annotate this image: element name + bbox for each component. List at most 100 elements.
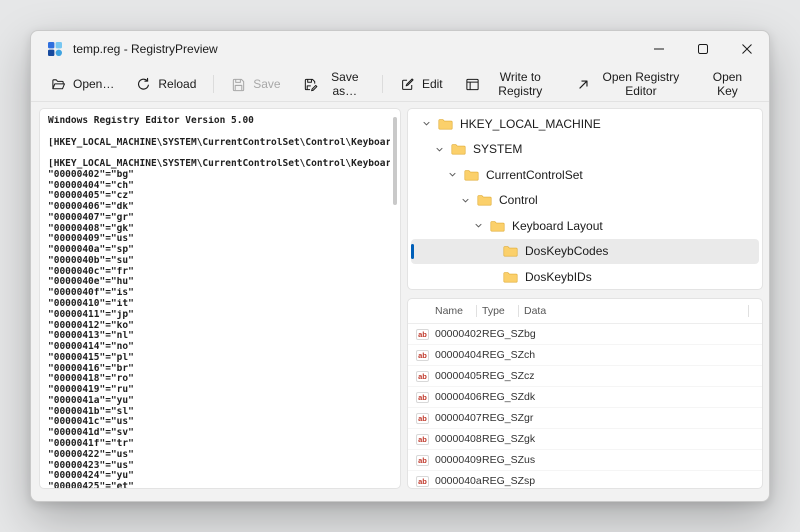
editor-line: "00000412"="ko" [48,321,390,332]
editor-line: Windows Registry Editor Version 5.00 [48,116,390,127]
grid-row[interactable]: ab 00000408 REG_SZ gk [408,429,762,450]
caption-buttons [637,31,769,67]
column-header-name[interactable]: Name [416,299,482,323]
editor-content[interactable]: Windows Registry Editor Version 5.00 [HK… [40,109,400,488]
chevron-down-icon [484,269,499,284]
maximize-icon [698,44,708,54]
registry-tree-panel: HKEY_LOCAL_MACHINE SYSTEM CurrentControl… [407,108,763,290]
editor-line: "00000409"="us" [48,234,390,245]
toolbar-button-label: Open Key [706,70,749,98]
tree-item-system[interactable]: SYSTEM [411,137,759,163]
reg-file-editor-panel[interactable]: Windows Registry Editor Version 5.00 [HK… [39,108,401,489]
value-type-cell: REG_SZ [482,433,524,445]
toolbar-button-label: Reload [158,77,196,91]
editor-line: "00000418"="ro" [48,374,390,385]
editor-line: [HKEY_LOCAL_MACHINE\SYSTEM\CurrentContro… [48,138,390,149]
toolbar-button-open-registry-editor[interactable]: Open Registry Editor [566,65,694,103]
tree-item-hkey-local-machine[interactable]: HKEY_LOCAL_MACHINE [411,111,759,137]
tree-item-doskeybids[interactable]: DosKeybIDs [411,264,759,290]
toolbar-button-save[interactable]: Save [221,72,290,97]
grid-row[interactable]: ab 00000406 REG_SZ dk [408,387,762,408]
registry-tree: HKEY_LOCAL_MACHINE SYSTEM CurrentControl… [408,109,762,290]
chevron-down-icon [484,244,499,259]
editor-line: "0000041a"="yu" [48,396,390,407]
value-data-cell: gk [524,433,754,445]
grid-row[interactable]: ab 00000404 REG_SZ ch [408,345,762,366]
toolbar-button-write-to-registry[interactable]: Write to Registry [455,65,564,103]
grid-row[interactable]: ab 0000040a REG_SZ sp [408,471,762,489]
chevron-down-icon[interactable] [432,142,447,157]
close-button[interactable] [725,31,769,67]
editor-line: "00000425"="et" [48,482,390,488]
editor-line: "00000415"="pl" [48,353,390,364]
tree-item-label: Keyboard Layout [512,219,603,233]
value-type-icon-cell: ab [416,391,435,403]
toolbar-button-label: Save as… [325,70,366,98]
folder-icon [437,116,453,132]
value-type-icon-cell: ab [416,433,435,445]
tree-item-label: DosKeybIDs [525,270,592,284]
value-name-cell: 00000405 [435,370,482,382]
editor-line: "00000404"="ch" [48,181,390,192]
toolbar-button-save-as[interactable]: Save as… [293,65,376,103]
value-data-cell: gr [524,412,754,424]
chevron-down-icon[interactable] [445,167,460,182]
toolbar-button-open[interactable]: Open… [41,72,124,97]
close-icon [742,44,752,54]
value-type-cell: REG_SZ [482,349,524,361]
minimize-button[interactable] [637,31,681,67]
chevron-down-icon[interactable] [458,193,473,208]
editor-scrollbar-thumb[interactable] [393,117,397,205]
reg-sz-icon: ab [416,434,429,445]
toolbar: Open… Reload Save Save as… Edit Write to… [31,67,769,102]
grid-body: ab 00000402 REG_SZ bg ab 00000404 REG_SZ… [408,324,762,489]
grid-row[interactable]: ab 00000402 REG_SZ bg [408,324,762,345]
grid-row[interactable]: ab 00000409 REG_SZ us [408,450,762,471]
editor-line: "00000411"="jp" [48,310,390,321]
titlebar: temp.reg - RegistryPreview [31,31,769,67]
editor-line: "00000408"="gk" [48,224,390,235]
reg-sz-icon: ab [416,455,429,466]
editor-line: "0000041d"="sv" [48,428,390,439]
value-data-cell: ch [524,349,754,361]
editor-line: "0000040a"="sp" [48,245,390,256]
open-folder-icon [51,77,66,92]
reg-sz-icon: ab [416,329,429,340]
tree-item-doskeybcodes[interactable]: DosKeybCodes [411,239,759,265]
reg-sz-icon: ab [416,413,429,424]
value-type-icon-cell: ab [416,328,435,340]
editor-line: "00000423"="us" [48,461,390,472]
folder-icon [450,141,466,157]
toolbar-button-label: Open Registry Editor [598,70,684,98]
grid-row[interactable]: ab 00000405 REG_SZ cz [408,366,762,387]
folder-icon [502,269,518,285]
app-window: temp.reg - RegistryPreview Open… Reload … [30,30,770,502]
value-name-cell: 00000404 [435,349,482,361]
column-header-type[interactable]: Type [482,299,524,323]
toolbar-button-open-key[interactable]: Open Key [696,65,759,103]
tree-item-label: CurrentControlSet [486,168,583,182]
editor-line: "00000419"="ru" [48,385,390,396]
reg-sz-icon: ab [416,350,429,361]
editor-line: "0000040c"="fr" [48,267,390,278]
chevron-down-icon[interactable] [471,218,486,233]
maximize-button[interactable] [681,31,725,67]
tree-item-control[interactable]: Control [411,188,759,214]
values-grid-panel: NameTypeData ab 00000402 REG_SZ bg ab 00… [407,298,763,489]
tree-item-keyboard-layout[interactable]: Keyboard Layout [411,213,759,239]
folder-icon [463,167,479,183]
open-external-icon [576,77,591,92]
toolbar-button-reload[interactable]: Reload [126,72,206,97]
write-registry-icon [465,77,480,92]
value-name-cell: 00000409 [435,454,482,466]
grid-row[interactable]: ab 00000407 REG_SZ gr [408,408,762,429]
tree-item-currentcontrolset[interactable]: CurrentControlSet [411,162,759,188]
tree-item-label: DosKeybCodes [525,244,608,258]
chevron-down-icon[interactable] [419,116,434,131]
editor-line: "00000405"="cz" [48,191,390,202]
column-header-data[interactable]: Data [524,299,754,323]
value-type-icon-cell: ab [416,454,435,466]
toolbar-button-label: Open… [73,77,114,91]
toolbar-button-edit[interactable]: Edit [390,72,453,97]
value-data-cell: dk [524,391,754,403]
